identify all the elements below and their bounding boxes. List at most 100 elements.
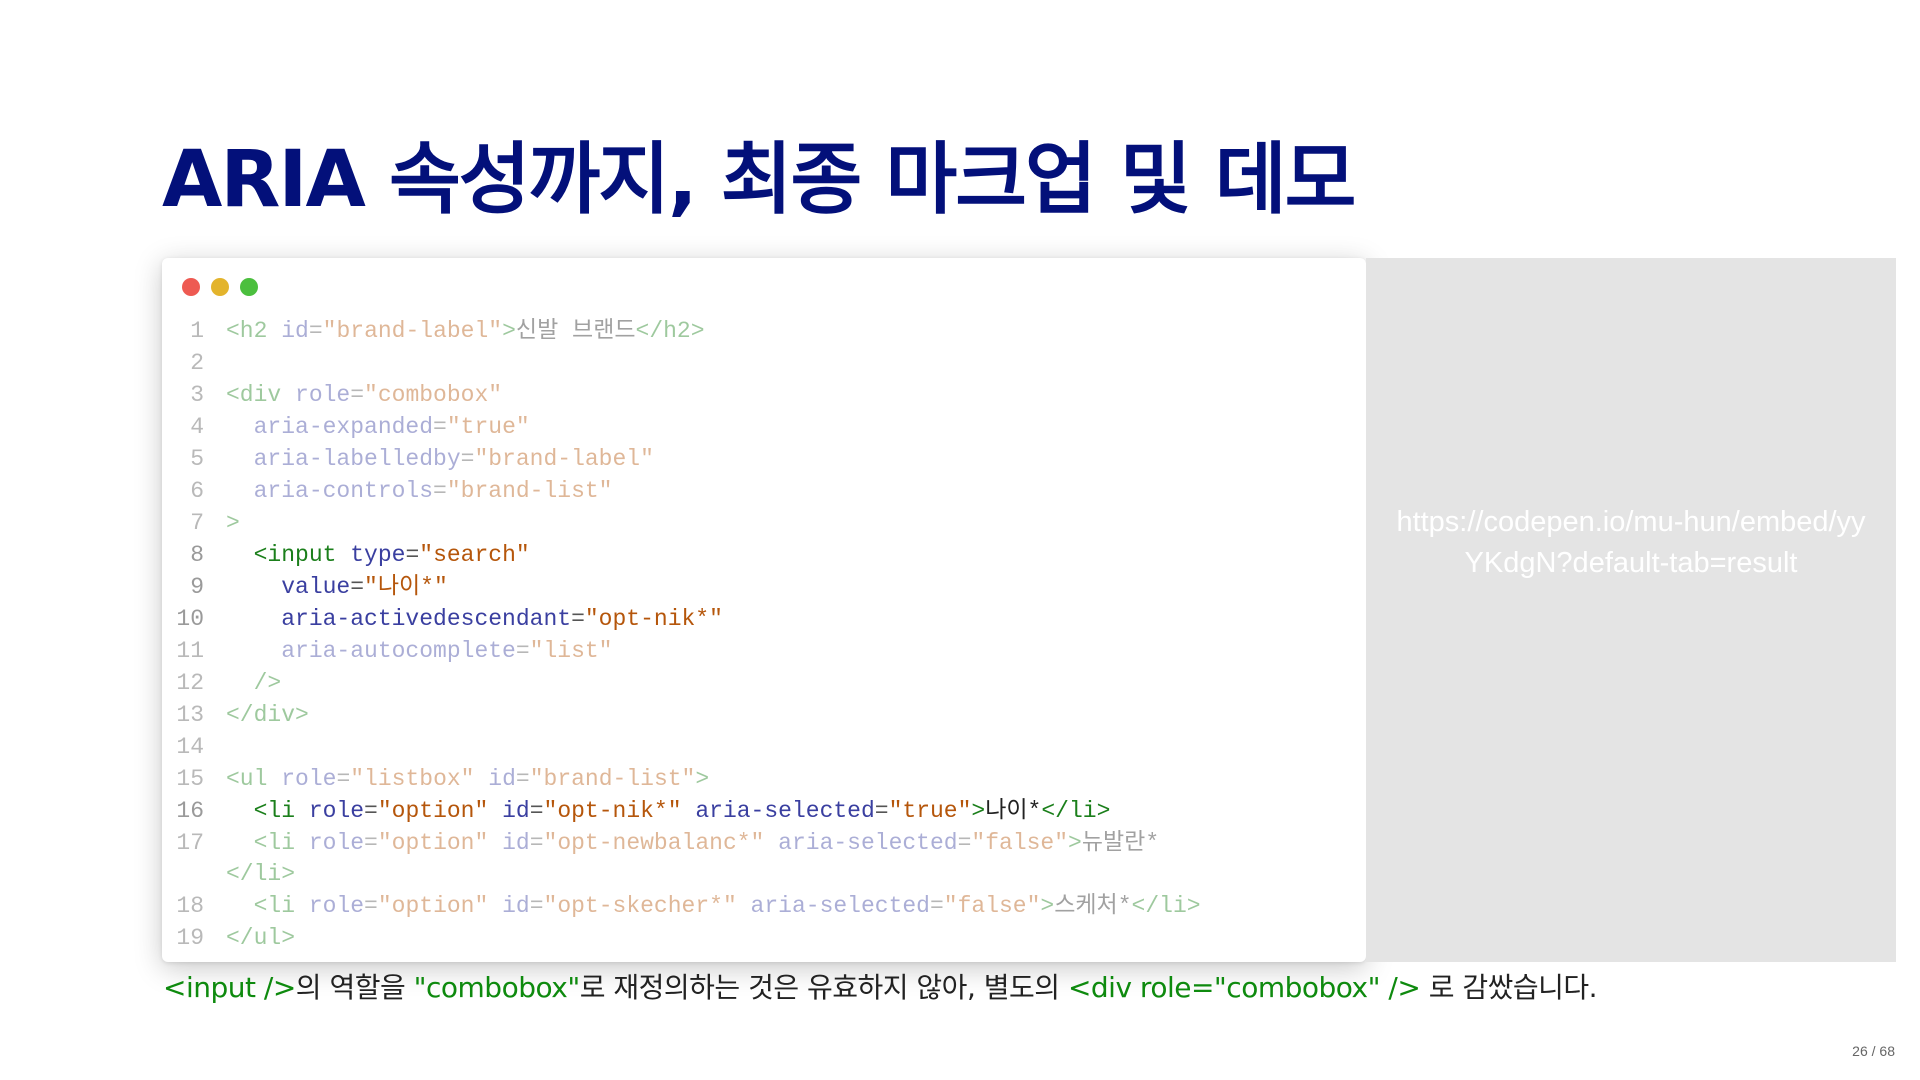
code-token: =: [515, 638, 530, 664]
code-token: "option": [377, 798, 489, 824]
code-token: aria-selected: [764, 830, 958, 856]
line-number: 6: [190, 478, 204, 504]
code-line: 4 aria-expanded="true": [162, 411, 1366, 443]
code-token: "true": [446, 414, 530, 440]
code-window: 1 <h2 id="brand-label">신발 브랜드</h2> 2 3 <div …: [162, 258, 1366, 962]
code-line-content: aria-autocomplete="list": [226, 635, 613, 667]
code-token: aria-autocomplete: [226, 638, 516, 664]
code-line-content: <li role="option" id="opt-newbalanc*" ar…: [226, 827, 1160, 859]
code-line: 5 aria-labelledby="brand-label": [162, 443, 1366, 475]
code-token: aria-expanded: [226, 414, 434, 440]
line-number: 19: [176, 925, 204, 951]
code-token: =: [460, 446, 475, 472]
line-number: 10: [176, 606, 204, 632]
code-token: role: [267, 766, 337, 792]
code-token: "나이*": [364, 574, 448, 600]
line-number: [162, 859, 226, 890]
code-line-content: </ul>: [226, 922, 295, 954]
code-token: "brand-list": [446, 478, 613, 504]
code-token: =: [529, 798, 544, 824]
code-token: =: [529, 830, 544, 856]
code-token: "opt-newbalanc*": [543, 830, 765, 856]
code-line-content: aria-expanded="true": [226, 411, 530, 443]
code-line-content: />: [226, 667, 282, 699]
code-token: role: [295, 830, 365, 856]
code-token: </h2>: [635, 318, 705, 344]
code-token: =: [350, 382, 365, 408]
code-token: =: [364, 893, 378, 919]
code-token: "list": [529, 638, 613, 664]
line-number: 5: [190, 446, 204, 472]
code-token: =: [529, 893, 544, 919]
code-token: "true": [888, 798, 972, 824]
code-line: 14: [162, 731, 1366, 763]
embed-url[interactable]: https://codepen.io/mu-hun/embed/yyYKdgN?…: [1396, 502, 1866, 584]
line-number: 2: [190, 350, 204, 376]
code-token: "option": [377, 893, 489, 919]
code-line: 19 </ul>: [162, 922, 1366, 954]
line-number: 15: [176, 766, 204, 792]
code-token: 나이*: [985, 798, 1042, 824]
code-token: id: [488, 798, 530, 824]
code-token: "false": [971, 830, 1069, 856]
code-block: 1 <h2 id="brand-label">신발 브랜드</h2> 2 3 <div …: [162, 315, 1366, 954]
caption-code-div: <div role="combobox" />: [1067, 971, 1421, 1004]
code-token: =: [929, 893, 944, 919]
code-line: 8 <input type="search": [162, 539, 1366, 571]
code-line: 3 <div role="combobox": [162, 379, 1366, 411]
code-line-content: aria-controls="brand-list": [226, 475, 613, 507]
caption-text-3: 로 감쌌습니다.: [1420, 971, 1598, 1004]
code-line-content: value="나이*": [226, 571, 448, 603]
code-line-content: <li role="option" id="opt-nik*" aria-sel…: [226, 795, 1111, 827]
code-token: 스케처*: [1054, 893, 1132, 919]
code-line: 12 />: [162, 667, 1366, 699]
code-line: 2: [162, 347, 1366, 379]
code-token: >: [226, 510, 240, 536]
line-number: 11: [176, 638, 204, 664]
code-token: aria-labelledby: [226, 446, 461, 472]
code-line: 9 value="나이*": [162, 571, 1366, 603]
code-token: aria-controls: [226, 478, 434, 504]
code-line-content: aria-labelledby="brand-label": [226, 443, 654, 475]
slide: ARIA 속성까지, 최종 마크업 및 데모 1 <h2 id="brand-la…: [0, 0, 1920, 1080]
line-number: 16: [176, 798, 204, 824]
caption-text-2: 로 재정의하는 것은 유효하지 않아, 별도의: [579, 971, 1068, 1004]
code-line: </li>: [162, 859, 1366, 890]
code-line: 10 aria-activedescendant="opt-nik*": [162, 603, 1366, 635]
close-dot-icon: [182, 278, 200, 296]
line-number: 17: [176, 830, 204, 856]
caption: <input />의 역할을 "combobox"로 재정의하는 것은 유효하지…: [163, 966, 1598, 1006]
window-controls: [182, 278, 258, 296]
code-token: =: [571, 606, 585, 632]
code-token: <input: [253, 542, 337, 568]
slide-title: ARIA 속성까지, 최종 마크업 및 데모: [162, 135, 1356, 225]
code-token: </li>: [1041, 798, 1111, 824]
code-line-content: </li>: [226, 859, 295, 890]
code-line-content: aria-activedescendant="opt-nik*": [226, 603, 723, 635]
line-number: 7: [190, 510, 204, 536]
code-token: >: [971, 798, 986, 824]
code-line: 18 <li role="option" id="opt-skecher*" a…: [162, 890, 1366, 922]
code-token: >: [1068, 830, 1082, 856]
code-line: 6 aria-controls="brand-list": [162, 475, 1366, 507]
code-token: "opt-skecher*": [543, 893, 737, 919]
code-token: id: [488, 893, 530, 919]
caption-code-combobox: "combobox": [413, 971, 581, 1004]
line-number: 9: [190, 574, 204, 600]
code-token: 신발 브랜드: [515, 318, 636, 344]
code-token: <ul: [226, 766, 268, 792]
code-token: =: [405, 542, 420, 568]
code-token: =: [308, 318, 323, 344]
line-number: 4: [190, 414, 204, 440]
maximize-dot-icon: [240, 278, 258, 296]
codepen-embed[interactable]: https://codepen.io/mu-hun/embed/yyYKdgN?…: [1366, 258, 1896, 962]
code-token: =: [957, 830, 972, 856]
code-token: aria-selected: [681, 798, 875, 824]
code-token: </div>: [226, 702, 309, 728]
code-line: 17 <li role="option" id="opt-newbalanc*"…: [162, 827, 1366, 859]
code-token: id: [267, 318, 309, 344]
code-line: 16 <li role="option" id="opt-nik*" aria-…: [162, 795, 1366, 827]
